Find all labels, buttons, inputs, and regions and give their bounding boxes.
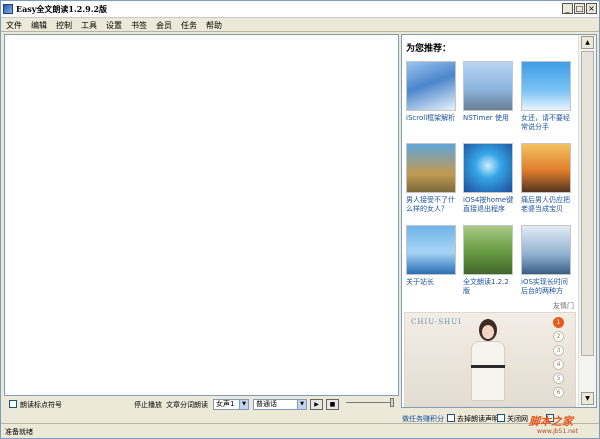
scroll-thumb[interactable] (581, 51, 594, 356)
menu-bookmarks[interactable]: 书签 (126, 18, 151, 31)
ad-model-image (465, 319, 511, 406)
menu-member[interactable]: 会员 (151, 18, 176, 31)
menu-tasks[interactable]: 任务 (176, 18, 201, 31)
volume-slider-thumb[interactable] (390, 398, 394, 407)
site-watermark: 脚本之家 www.jb51.net (529, 413, 599, 438)
recommend-scrollbar[interactable]: ▲ ▼ (578, 35, 596, 407)
ad-page-dot[interactable]: 6 (553, 387, 564, 398)
maximize-button[interactable]: □ (574, 3, 585, 14)
chevron-down-icon[interactable]: ▼ (297, 400, 306, 409)
watermark-url: www.jb51.net (537, 428, 578, 435)
menu-bar: 文件 编辑 控制 工具 设置 书签 会员 任务 帮助 (1, 18, 599, 32)
recommend-item-label[interactable]: NSTimer 使用 (463, 114, 515, 123)
article-thumbnail[interactable] (521, 225, 571, 275)
scroll-up-icon[interactable]: ▲ (581, 36, 594, 49)
recommend-item-label[interactable]: 痛后男人仍应把老婆当成宝贝 (521, 196, 573, 214)
minimize-button[interactable]: _ (562, 3, 573, 14)
article-thumbnail[interactable] (406, 61, 456, 111)
read-punctuation-checkbox[interactable] (9, 400, 17, 408)
dialect-select[interactable]: 普通话 ▼ (253, 399, 307, 410)
text-editor[interactable] (4, 34, 399, 396)
split-reading-label[interactable]: 文章分词朗读 (166, 400, 208, 410)
recommend-item-label[interactable]: 男人接受不了什么样的女人？ (406, 196, 458, 214)
recommend-title: 为您推荐： (406, 44, 452, 54)
article-thumbnail[interactable] (406, 225, 456, 275)
recommend-item[interactable]: NSTimer 使用 (463, 61, 515, 123)
recommend-item[interactable]: 关于站长 (406, 225, 458, 287)
friend-links-link[interactable]: 友情门 (553, 301, 574, 311)
ad-pager: 1 2 3 4 5 6 (553, 317, 567, 401)
ad-page-dot[interactable]: 5 (553, 373, 564, 384)
dialect-select-value: 普通话 (256, 400, 277, 408)
app-icon (3, 4, 13, 14)
title-bar[interactable]: Easy全文朗读1.2.9.2版 _ □ × (1, 1, 599, 18)
recommend-item[interactable]: 痛后男人仍应把老婆当成宝贝 (521, 143, 573, 214)
recommend-item[interactable]: iScroll框架解析 (406, 61, 458, 123)
recommend-item-label[interactable]: 全文朗读1.2.2版 (463, 278, 515, 296)
scroll-down-icon[interactable]: ▼ (581, 392, 594, 405)
app-window: Easy全文朗读1.2.9.2版 _ □ × 文件 编辑 控制 工具 设置 书签… (0, 0, 600, 439)
recommend-item-label[interactable]: iScroll框架解析 (406, 114, 458, 123)
article-thumbnail[interactable] (521, 143, 571, 193)
close-button[interactable]: × (586, 3, 597, 14)
menu-settings[interactable]: 设置 (101, 18, 126, 31)
article-thumbnail[interactable] (406, 143, 456, 193)
stop-button[interactable]: ■ (326, 399, 339, 410)
ad-page-dot[interactable]: 2 (553, 331, 564, 342)
recommend-item[interactable]: iOS4按home键直接退出程序 (463, 143, 515, 214)
menu-file[interactable]: 文件 (1, 18, 26, 31)
menu-tools[interactable]: 工具 (76, 18, 101, 31)
ad-banner[interactable]: CHIU·SHUI 1 2 3 4 5 6 (404, 312, 576, 407)
voice-select[interactable]: 女声1 ▼ (213, 399, 249, 410)
recommend-item[interactable]: 女还，请不要经常说分手 (521, 61, 573, 132)
watermark-text: 脚本之家 (529, 415, 573, 428)
menu-edit[interactable]: 编辑 (26, 18, 51, 31)
recommend-item-label[interactable]: iOS4按home键直接退出程序 (463, 196, 515, 214)
menu-control[interactable]: 控制 (51, 18, 76, 31)
recommend-item[interactable]: iOS实现长时间后台的两种方 (521, 225, 573, 296)
recommend-item-label[interactable]: 关于站长 (406, 278, 458, 287)
stop-icon: ■ (329, 401, 336, 408)
article-thumbnail[interactable] (463, 61, 513, 111)
remove-ad-checkbox[interactable] (447, 414, 455, 422)
article-thumbnail[interactable] (463, 225, 513, 275)
recommend-item[interactable]: 全文朗读1.2.2版 (463, 225, 515, 296)
recommend-item-label[interactable]: 女还，请不要经常说分手 (521, 114, 573, 132)
read-punctuation-label: 朗读标点符号 (20, 401, 62, 409)
play-button[interactable]: ▶ (310, 399, 323, 410)
ad-page-dot[interactable]: 4 (553, 359, 564, 370)
volume-slider[interactable] (346, 402, 394, 403)
play-icon: ▶ (314, 401, 319, 408)
article-thumbnail[interactable] (521, 61, 571, 111)
recommend-item-label[interactable]: iOS实现长时间后台的两种方 (521, 278, 573, 296)
menu-help[interactable]: 帮助 (201, 18, 226, 31)
ad-brand-logo: CHIU·SHUI (411, 318, 462, 326)
ad-page-dot[interactable]: 1 (553, 317, 564, 328)
stop-playback-label[interactable]: 停止播放 (134, 400, 162, 410)
status-text: 准备就绪 (5, 428, 33, 436)
status-bar: 准备就绪 (1, 423, 599, 438)
recommend-item[interactable]: 男人接受不了什么样的女人？ (406, 143, 458, 214)
chevron-down-icon[interactable]: ▼ (239, 400, 248, 409)
article-thumbnail[interactable] (463, 143, 513, 193)
recommend-panel: 为您推荐： iScroll框架解析 NSTimer 使用 女还，请不要经常说分手… (401, 34, 597, 408)
close-net-checkbox[interactable] (497, 414, 505, 422)
window-title: Easy全文朗读1.2.9.2版 (16, 4, 108, 14)
ad-page-dot[interactable]: 3 (553, 345, 564, 356)
voice-select-value: 女声1 (216, 400, 235, 408)
